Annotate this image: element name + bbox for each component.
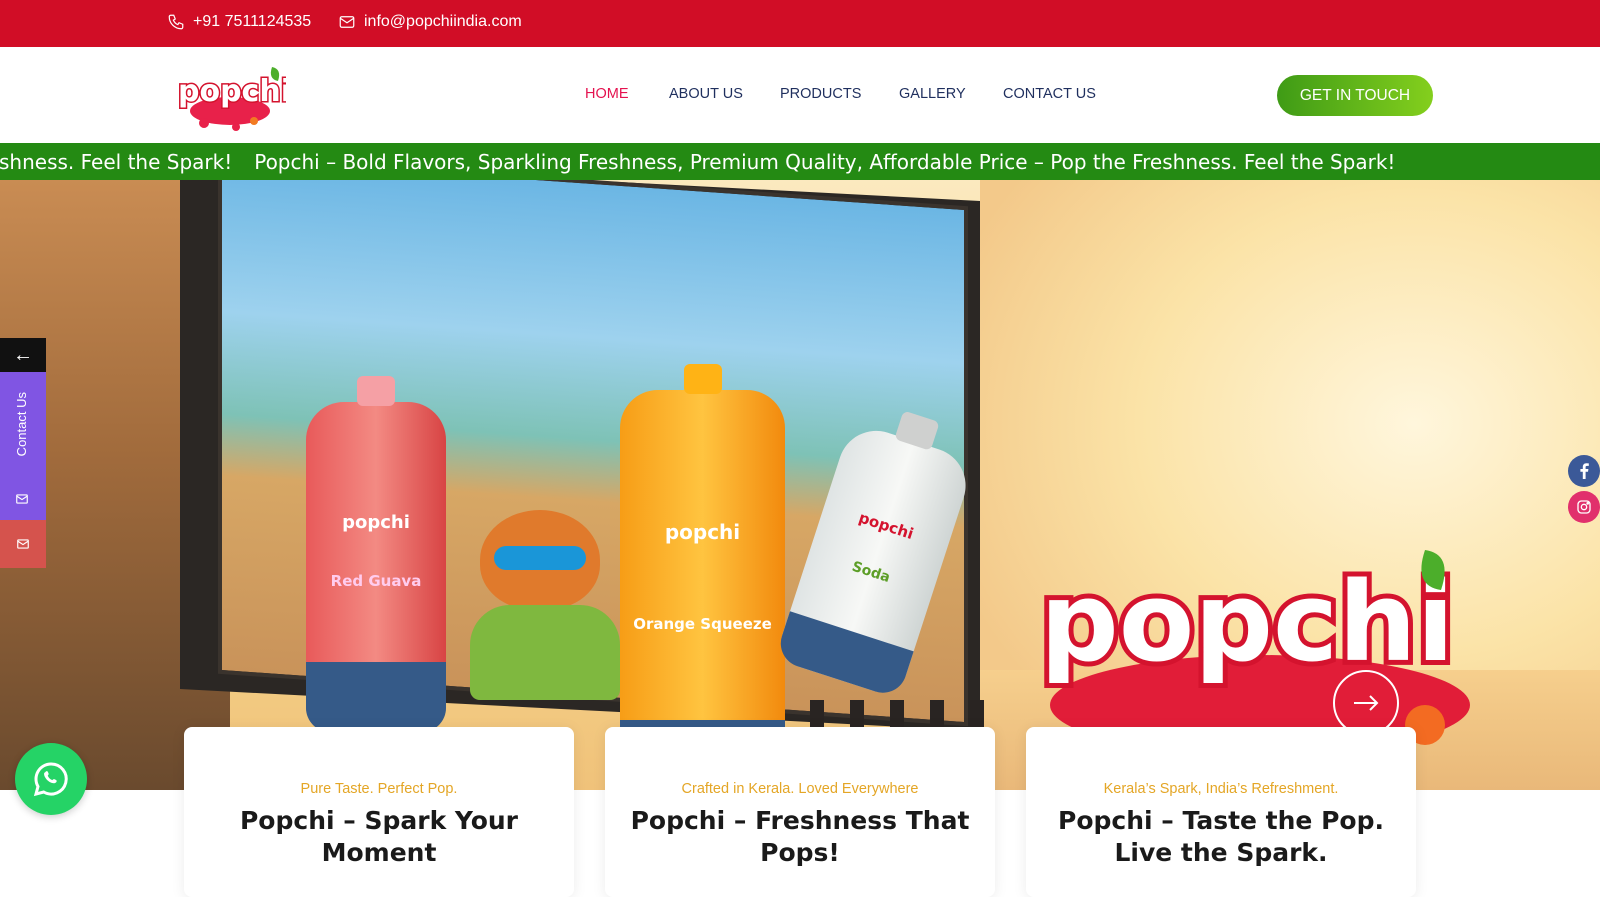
hero-slider: popchi Red Guava popchi Orange Squeeze p… — [0, 180, 1600, 790]
envelope-icon — [17, 539, 29, 549]
envelope-icon — [339, 16, 355, 28]
card-title: Popchi – Spark Your Moment — [239, 806, 519, 867]
nav-gallery[interactable]: GALLERY — [899, 86, 966, 102]
facebook-icon — [1580, 463, 1589, 479]
logo-wordmark: popchi — [178, 74, 286, 109]
contact-us-tab[interactable]: Contact Us — [0, 372, 46, 520]
envelope-icon — [16, 494, 28, 504]
top-contact-bar: +91 7511124535 info@popchiindia.com — [0, 0, 1600, 47]
announcement-ticker: shness. Feel the Spark! Popchi – Bold Fla… — [0, 143, 1600, 180]
instagram-icon — [1577, 500, 1591, 514]
bottle-brand: popchi — [856, 508, 916, 544]
feature-card: Crafted in Kerala. Loved Everywhere Popc… — [605, 727, 995, 897]
bottle-cap — [357, 376, 395, 406]
feature-card: Pure Taste. Perfect Pop. Popchi – Spark … — [184, 727, 574, 897]
phone-contact[interactable]: +91 7511124535 — [167, 13, 311, 31]
mail-button[interactable] — [0, 520, 46, 568]
social-links — [1568, 455, 1600, 527]
card-tagline: Kerala’s Spark, India’s Refreshment. — [1103, 781, 1339, 797]
popchi-logo[interactable]: popchi — [174, 57, 286, 133]
fox-mascot — [460, 510, 620, 700]
nav-contact-us[interactable]: CONTACT US — [1003, 86, 1096, 102]
arrow-right-icon — [1354, 695, 1379, 711]
bottle-red-guava: popchi Red Guava — [306, 376, 446, 732]
site-header: popchi HOME ABOUT US PRODUCTS GALLERY CO… — [0, 47, 1600, 143]
nav-products[interactable]: PRODUCTS — [780, 86, 861, 102]
whatsapp-icon — [33, 762, 68, 797]
card-tagline: Crafted in Kerala. Loved Everywhere — [681, 781, 919, 797]
bottle-brand: popchi — [342, 512, 410, 533]
get-in-touch-button[interactable]: GET IN TOUCH — [1277, 75, 1433, 116]
facebook-link[interactable] — [1568, 455, 1600, 487]
card-tagline: Pure Taste. Perfect Pop. — [300, 781, 458, 797]
sunglasses — [494, 546, 586, 570]
bottle-brand: popchi — [664, 520, 741, 544]
phone-number: +91 7511124535 — [193, 13, 312, 30]
bottle-shorts — [306, 662, 446, 732]
contact-us-label: Contact Us — [14, 392, 29, 457]
instagram-link[interactable] — [1568, 491, 1600, 523]
hero-logo-wordmark: popchi — [1040, 558, 1454, 686]
arrow-left-icon: ← — [13, 343, 33, 366]
widget-toggle-button[interactable]: ← — [0, 338, 46, 372]
email-address: info@popchiindia.com — [364, 13, 522, 30]
phone-icon — [168, 14, 184, 30]
email-contact[interactable]: info@popchiindia.com — [338, 13, 522, 31]
bottle-flavor: Orange Squeeze — [633, 615, 772, 633]
bottle-flavor: Red Guava — [330, 572, 422, 590]
nav-home[interactable]: HOME — [585, 86, 629, 102]
card-title: Popchi – Freshness That Pops! — [630, 806, 970, 867]
feature-card: Kerala’s Spark, India’s Refreshment. Pop… — [1026, 727, 1416, 897]
nav-about-us[interactable]: ABOUT US — [669, 86, 743, 102]
card-title: Popchi – Taste the Pop. Live the Spark. — [1058, 806, 1384, 867]
ticker-text-prefix: shness. Feel the Spark! — [0, 150, 233, 174]
fox-shirt — [470, 605, 620, 700]
bottle-cap — [683, 364, 722, 394]
ticker-text: Popchi – Bold Flavors, Sparkling Freshne… — [254, 150, 1396, 174]
whatsapp-chat-button[interactable] — [15, 743, 87, 815]
bottle-flavor: Soda — [849, 558, 893, 587]
